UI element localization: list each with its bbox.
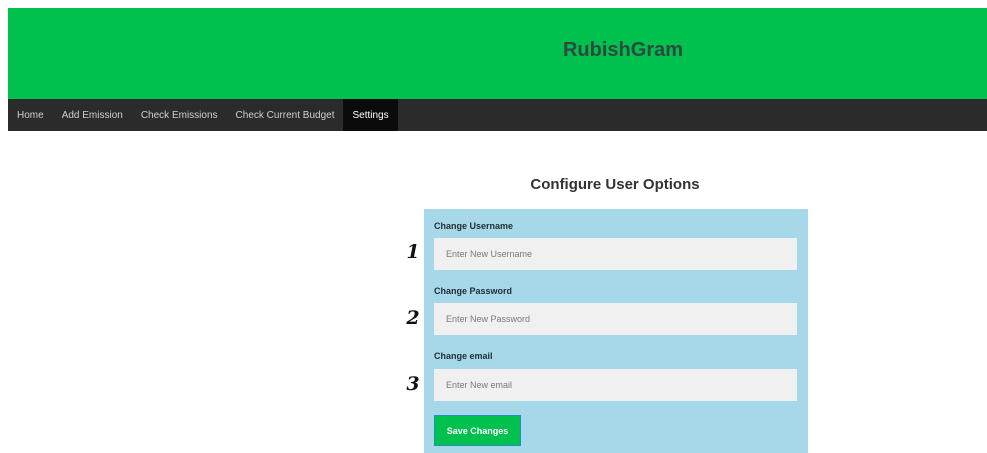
user-options-form: Change Username Change Password Change e… <box>424 209 808 453</box>
nav-item-home[interactable]: Home <box>8 99 53 131</box>
field-number-2: 2 <box>406 307 420 329</box>
email-label: Change email <box>434 351 493 361</box>
nav-item-add-emission[interactable]: Add Emission <box>53 99 132 131</box>
nav-item-check-current-budget[interactable]: Check Current Budget <box>227 99 344 131</box>
site-header: RubishGram <box>8 8 987 99</box>
password-input[interactable] <box>434 303 797 335</box>
save-changes-button[interactable]: Save Changes <box>434 415 521 446</box>
field-number-3: 3 <box>406 373 420 395</box>
page-title: Configure User Options <box>530 176 700 193</box>
nav-item-settings[interactable]: Settings <box>343 99 398 131</box>
site-title: RubishGram <box>562 39 684 61</box>
navbar: Home Add Emission Check Emissions Check … <box>8 99 987 131</box>
nav-item-check-emissions[interactable]: Check Emissions <box>132 99 227 131</box>
page: RubishGram Home Add Emission Check Emiss… <box>0 0 987 453</box>
password-label: Change Password <box>434 286 513 296</box>
username-label: Change Username <box>434 221 514 231</box>
email-input[interactable] <box>434 369 797 401</box>
username-input[interactable] <box>434 238 797 270</box>
field-number-1: 1 <box>406 241 420 263</box>
